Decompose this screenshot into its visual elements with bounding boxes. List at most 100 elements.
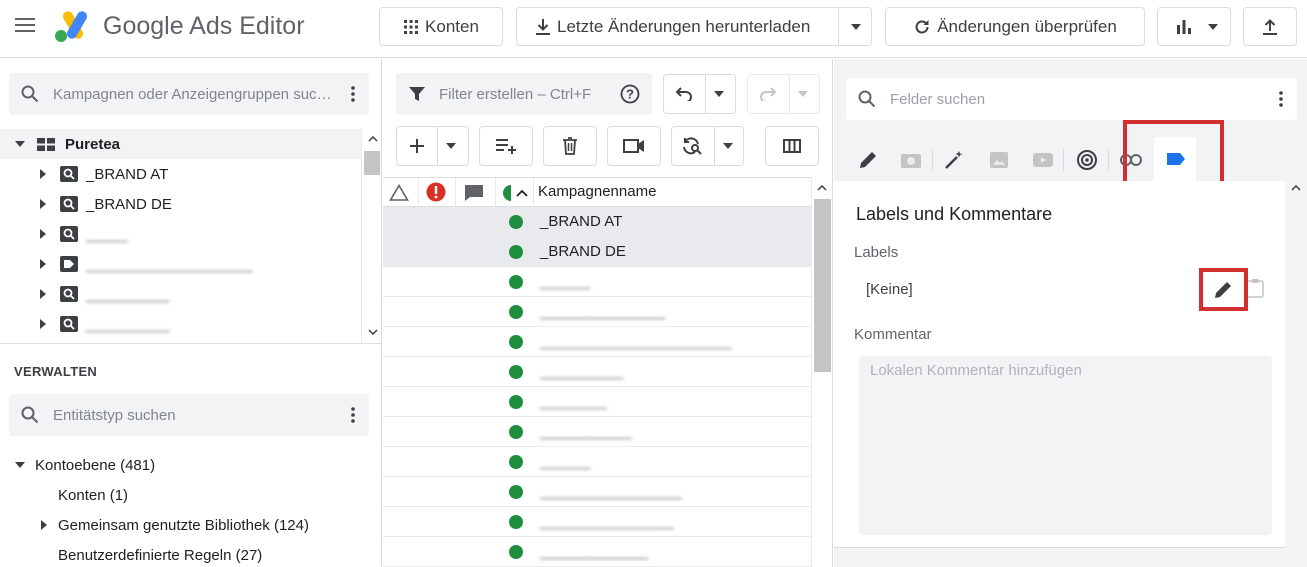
playlist-add-icon — [495, 138, 517, 154]
help-icon[interactable]: ? — [620, 84, 640, 104]
collapse-icon[interactable] — [15, 462, 25, 468]
scroll-up-icon[interactable] — [1291, 185, 1301, 191]
table-row[interactable]: ______ — [383, 267, 811, 297]
collapse-icon[interactable] — [15, 141, 25, 147]
stats-button[interactable] — [1157, 7, 1231, 46]
video-icon — [623, 139, 645, 153]
magic-wand-tab-icon[interactable] — [941, 147, 967, 173]
tree-row-account[interactable]: Puretea — [0, 129, 361, 159]
add-dropdown-icon[interactable] — [446, 143, 456, 149]
hamburger-menu-icon[interactable] — [15, 17, 35, 33]
tree-scroll-thumb[interactable] — [364, 151, 380, 175]
table-row[interactable]: ______ — [383, 447, 811, 477]
manage-item-label: Konten (1) — [58, 486, 129, 504]
photo-tab-icon[interactable] — [898, 147, 924, 173]
fields-search-input[interactable]: Felder suchen — [846, 78, 1297, 120]
bar-chart-icon — [1176, 19, 1192, 35]
table-row[interactable]: _______________________ — [383, 327, 811, 357]
expand-icon[interactable] — [40, 259, 46, 269]
grid-scrollbar[interactable] — [811, 177, 832, 567]
manage-item-custom-rules[interactable]: Benutzerdefinierte Regeln (27) — [0, 540, 262, 567]
delete-button[interactable] — [543, 126, 597, 166]
expand-icon[interactable] — [41, 520, 47, 530]
targeting-tab-icon[interactable] — [1074, 147, 1100, 173]
account-grid-icon — [37, 137, 55, 151]
tree-scrollbar[interactable] — [361, 129, 381, 344]
expand-icon[interactable] — [40, 289, 46, 299]
clipboard-icon[interactable] — [1246, 278, 1264, 298]
comment-input[interactable]: Lokalen Kommentar hinzufügen — [859, 356, 1272, 535]
tree-row-campaign[interactable]: ____________________ — [0, 249, 361, 279]
manage-item-shared-library[interactable]: Gemeinsam genutzte Bibliothek (124) — [0, 510, 309, 540]
download-changes-button[interactable]: Letzte Änderungen herunterladen — [516, 7, 872, 46]
search-icon — [858, 90, 876, 108]
grid-scroll-thumb[interactable] — [814, 199, 831, 372]
undo-dropdown-icon[interactable] — [714, 91, 724, 97]
table-row[interactable]: ________________ — [383, 507, 811, 537]
tree-row-campaign[interactable]: _____ — [0, 219, 361, 249]
campaign-label: __________ — [86, 315, 170, 333]
image-tab-icon[interactable] — [986, 147, 1012, 173]
expand-icon[interactable] — [40, 199, 46, 209]
table-row[interactable]: _______________ — [383, 297, 811, 327]
right-scrollbar[interactable] — [1285, 181, 1307, 567]
add-button[interactable] — [396, 126, 469, 166]
accounts-label: Konten — [425, 16, 479, 36]
manage-item-accounts[interactable]: Konten (1) — [0, 480, 128, 510]
campaign-name-column-header[interactable]: Kampagnenname — [538, 183, 656, 200]
columns-button[interactable] — [765, 126, 819, 166]
campaign-name-cell: ___________ — [540, 423, 632, 440]
tree-row-campaign[interactable]: _BRAND DE — [0, 189, 361, 219]
stats-dropdown-icon[interactable] — [1208, 24, 1218, 30]
scroll-up-icon[interactable] — [368, 136, 378, 142]
table-row[interactable]: _BRAND AT — [383, 207, 811, 237]
campaign-search-input[interactable]: Kampagnen oder Anzeigengruppen suc… — [9, 73, 369, 115]
video-tab-icon[interactable] — [1030, 147, 1056, 173]
edit-tab-icon[interactable] — [855, 147, 881, 173]
find-replace-button[interactable] — [671, 126, 744, 166]
campaign-name-cell: __________ — [540, 363, 624, 380]
table-row[interactable]: __________ — [383, 357, 811, 387]
expand-icon[interactable] — [40, 319, 46, 329]
find-replace-dropdown-icon[interactable] — [723, 143, 733, 149]
undo-button[interactable] — [663, 74, 736, 114]
upload-button[interactable] — [1243, 7, 1297, 46]
entity-search-input[interactable]: Entitätstyp suchen — [9, 394, 369, 436]
status-enabled-icon — [509, 515, 523, 529]
video-button[interactable] — [607, 126, 661, 166]
redo-dropdown-icon[interactable] — [798, 91, 808, 97]
more-vert-icon[interactable] — [351, 407, 355, 423]
redo-button[interactable] — [747, 74, 820, 114]
status-enabled-icon — [509, 275, 523, 289]
tree-row-campaign[interactable]: __________ — [0, 279, 361, 309]
tree-row-campaign[interactable]: __________ — [0, 309, 361, 339]
status-column-icon[interactable] — [503, 185, 511, 201]
campaign-label: __________ — [86, 285, 170, 303]
manage-item-account-level[interactable]: Kontoebene (481) — [0, 450, 155, 480]
warning-column-icon[interactable] — [389, 184, 409, 201]
filter-input[interactable]: Filter erstellen – Ctrl+F ? — [396, 73, 652, 115]
error-column-icon[interactable] — [426, 182, 446, 202]
review-changes-button[interactable]: Änderungen überprüfen — [885, 7, 1145, 46]
middle-panel: Filter erstellen – Ctrl+F ? Kampagnennam… — [383, 59, 833, 567]
columns-icon — [783, 139, 801, 153]
download-dropdown-icon[interactable] — [851, 24, 861, 30]
table-row[interactable]: _____________ — [383, 537, 811, 567]
expand-icon[interactable] — [40, 169, 46, 179]
labels-heading: Labels — [854, 244, 899, 261]
more-vert-icon[interactable] — [351, 86, 355, 102]
review-changes-label: Änderungen überprüfen — [937, 16, 1117, 36]
scroll-down-icon[interactable] — [368, 329, 378, 335]
tree-row-campaign[interactable]: _BRAND AT — [0, 159, 361, 189]
sort-ascending-icon[interactable] — [516, 189, 528, 197]
table-row[interactable]: _BRAND DE — [383, 237, 811, 267]
accounts-button[interactable]: Konten — [379, 7, 503, 46]
table-row[interactable]: ___________ — [383, 417, 811, 447]
table-row[interactable]: _________________ — [383, 477, 811, 507]
more-vert-icon[interactable] — [1279, 91, 1283, 107]
scroll-up-icon[interactable] — [817, 185, 827, 191]
expand-icon[interactable] — [40, 229, 46, 239]
table-row[interactable]: ________ — [383, 387, 811, 417]
comment-column-icon[interactable] — [464, 184, 484, 202]
add-multiple-button[interactable] — [479, 126, 533, 166]
